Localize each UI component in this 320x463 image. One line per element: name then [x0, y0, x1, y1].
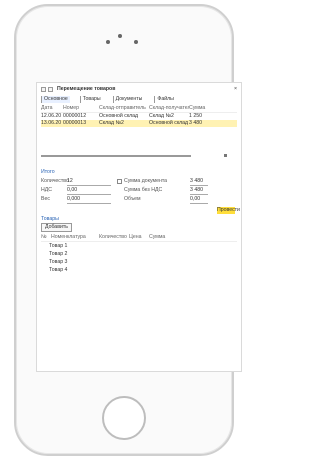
tab-files[interactable]: Файлы: [154, 95, 175, 103]
cell: 00000013: [63, 120, 87, 126]
documents-table: Дата Номер Склад-отправитель Склад-получ…: [41, 105, 237, 127]
section-title-goods: Товары: [41, 216, 59, 222]
section-title-totals: Итого: [41, 169, 55, 175]
tab-documents[interactable]: Документы: [112, 95, 145, 103]
cell: 12.06.20: [41, 113, 62, 119]
table-row-selected[interactable]: 13.06.20 00000013 Склад №2 Основной скла…: [41, 120, 237, 127]
list-item[interactable]: Товар 1: [49, 243, 67, 251]
list-item[interactable]: Товар 3: [49, 259, 67, 267]
column-header[interactable]: Номенклатура: [51, 234, 99, 241]
field-label: Количество: [41, 178, 69, 184]
field-input[interactable]: 0,00: [67, 187, 111, 195]
tab-row: Основное Товары Документы Файлы: [41, 95, 237, 103]
field-label: Сумма документа: [124, 178, 168, 184]
toolbar-right: ×: [234, 86, 237, 93]
field-label: Сумма без НДС: [124, 187, 163, 193]
cell: Склад №2: [149, 113, 174, 119]
camera-dot: [106, 40, 110, 44]
cell: 3 480: [189, 120, 202, 126]
field-row: Количество 12 Сумма документа 3 480: [41, 177, 237, 186]
field-row: НДС 0,00 Сумма без НДС 3 480: [41, 186, 237, 195]
post-button[interactable]: Провести: [217, 207, 240, 214]
column-header[interactable]: Количество: [99, 234, 129, 241]
column-header[interactable]: Сумма: [189, 105, 229, 112]
app-screen: Перемещение товаров × Основное Товары До…: [36, 82, 242, 372]
speaker: [118, 34, 122, 38]
list-item[interactable]: Товар 4: [49, 267, 67, 275]
add-button[interactable]: Добавить: [41, 223, 72, 232]
checkbox[interactable]: [117, 179, 122, 184]
document-title: Перемещение товаров: [57, 86, 116, 92]
forward-icon[interactable]: [48, 87, 53, 92]
field-input[interactable]: 12: [67, 178, 111, 186]
cell: Основной склад: [99, 113, 139, 119]
field-label: Вес: [41, 196, 50, 202]
tab-goods[interactable]: Товары: [79, 95, 103, 103]
camera-dot: [134, 40, 138, 44]
column-header[interactable]: Цена: [129, 234, 149, 241]
totals-fields: Количество 12 Сумма документа 3 480 НДС …: [41, 177, 237, 204]
field-input[interactable]: 0,000: [67, 196, 111, 204]
table-row[interactable]: 12.06.20 00000012 Основной склад Склад №…: [41, 113, 237, 120]
cell: Склад №2: [99, 120, 124, 126]
cell: 00000012: [63, 113, 87, 119]
field-label: Объем: [124, 196, 141, 202]
column-header[interactable]: Сумма: [149, 234, 179, 241]
scroll-arrow-icon[interactable]: [224, 154, 227, 157]
column-header[interactable]: Склад-отправитель: [99, 105, 149, 112]
horizontal-scrollbar[interactable]: [41, 154, 237, 158]
table-header: Дата Номер Склад-отправитель Склад-получ…: [41, 105, 237, 113]
field-input[interactable]: 3 480: [190, 178, 208, 186]
home-button[interactable]: [102, 396, 146, 440]
goods-table: № Номенклатура Количество Цена Сумма: [41, 234, 237, 242]
column-header[interactable]: Номер: [63, 105, 99, 112]
field-input[interactable]: 0,00: [190, 196, 208, 204]
field-row: Вес 0,000 Объем 0,00: [41, 195, 237, 204]
back-icon[interactable]: [41, 87, 46, 92]
column-header[interactable]: №: [41, 234, 51, 241]
column-header[interactable]: Склад-получатель: [149, 105, 189, 112]
field-label: НДС: [41, 187, 53, 193]
close-icon[interactable]: ×: [234, 86, 237, 93]
cell: Основной склад: [149, 120, 189, 126]
phone-frame: Перемещение товаров × Основное Товары До…: [14, 4, 242, 456]
list-item[interactable]: Товар 2: [49, 251, 67, 259]
field-input[interactable]: 3 480: [190, 187, 208, 195]
table-header: № Номенклатура Количество Цена Сумма: [41, 234, 237, 242]
cell: 13.06.20: [41, 120, 62, 126]
toolbar: Перемещение товаров ×: [41, 86, 237, 93]
column-header[interactable]: Дата: [41, 105, 63, 112]
tab-main[interactable]: Основное: [41, 95, 70, 103]
cell: 1 250: [189, 113, 202, 119]
scroll-thumb[interactable]: [41, 155, 191, 157]
goods-list: Товар 1 Товар 2 Товар 3 Товар 4: [49, 243, 67, 275]
